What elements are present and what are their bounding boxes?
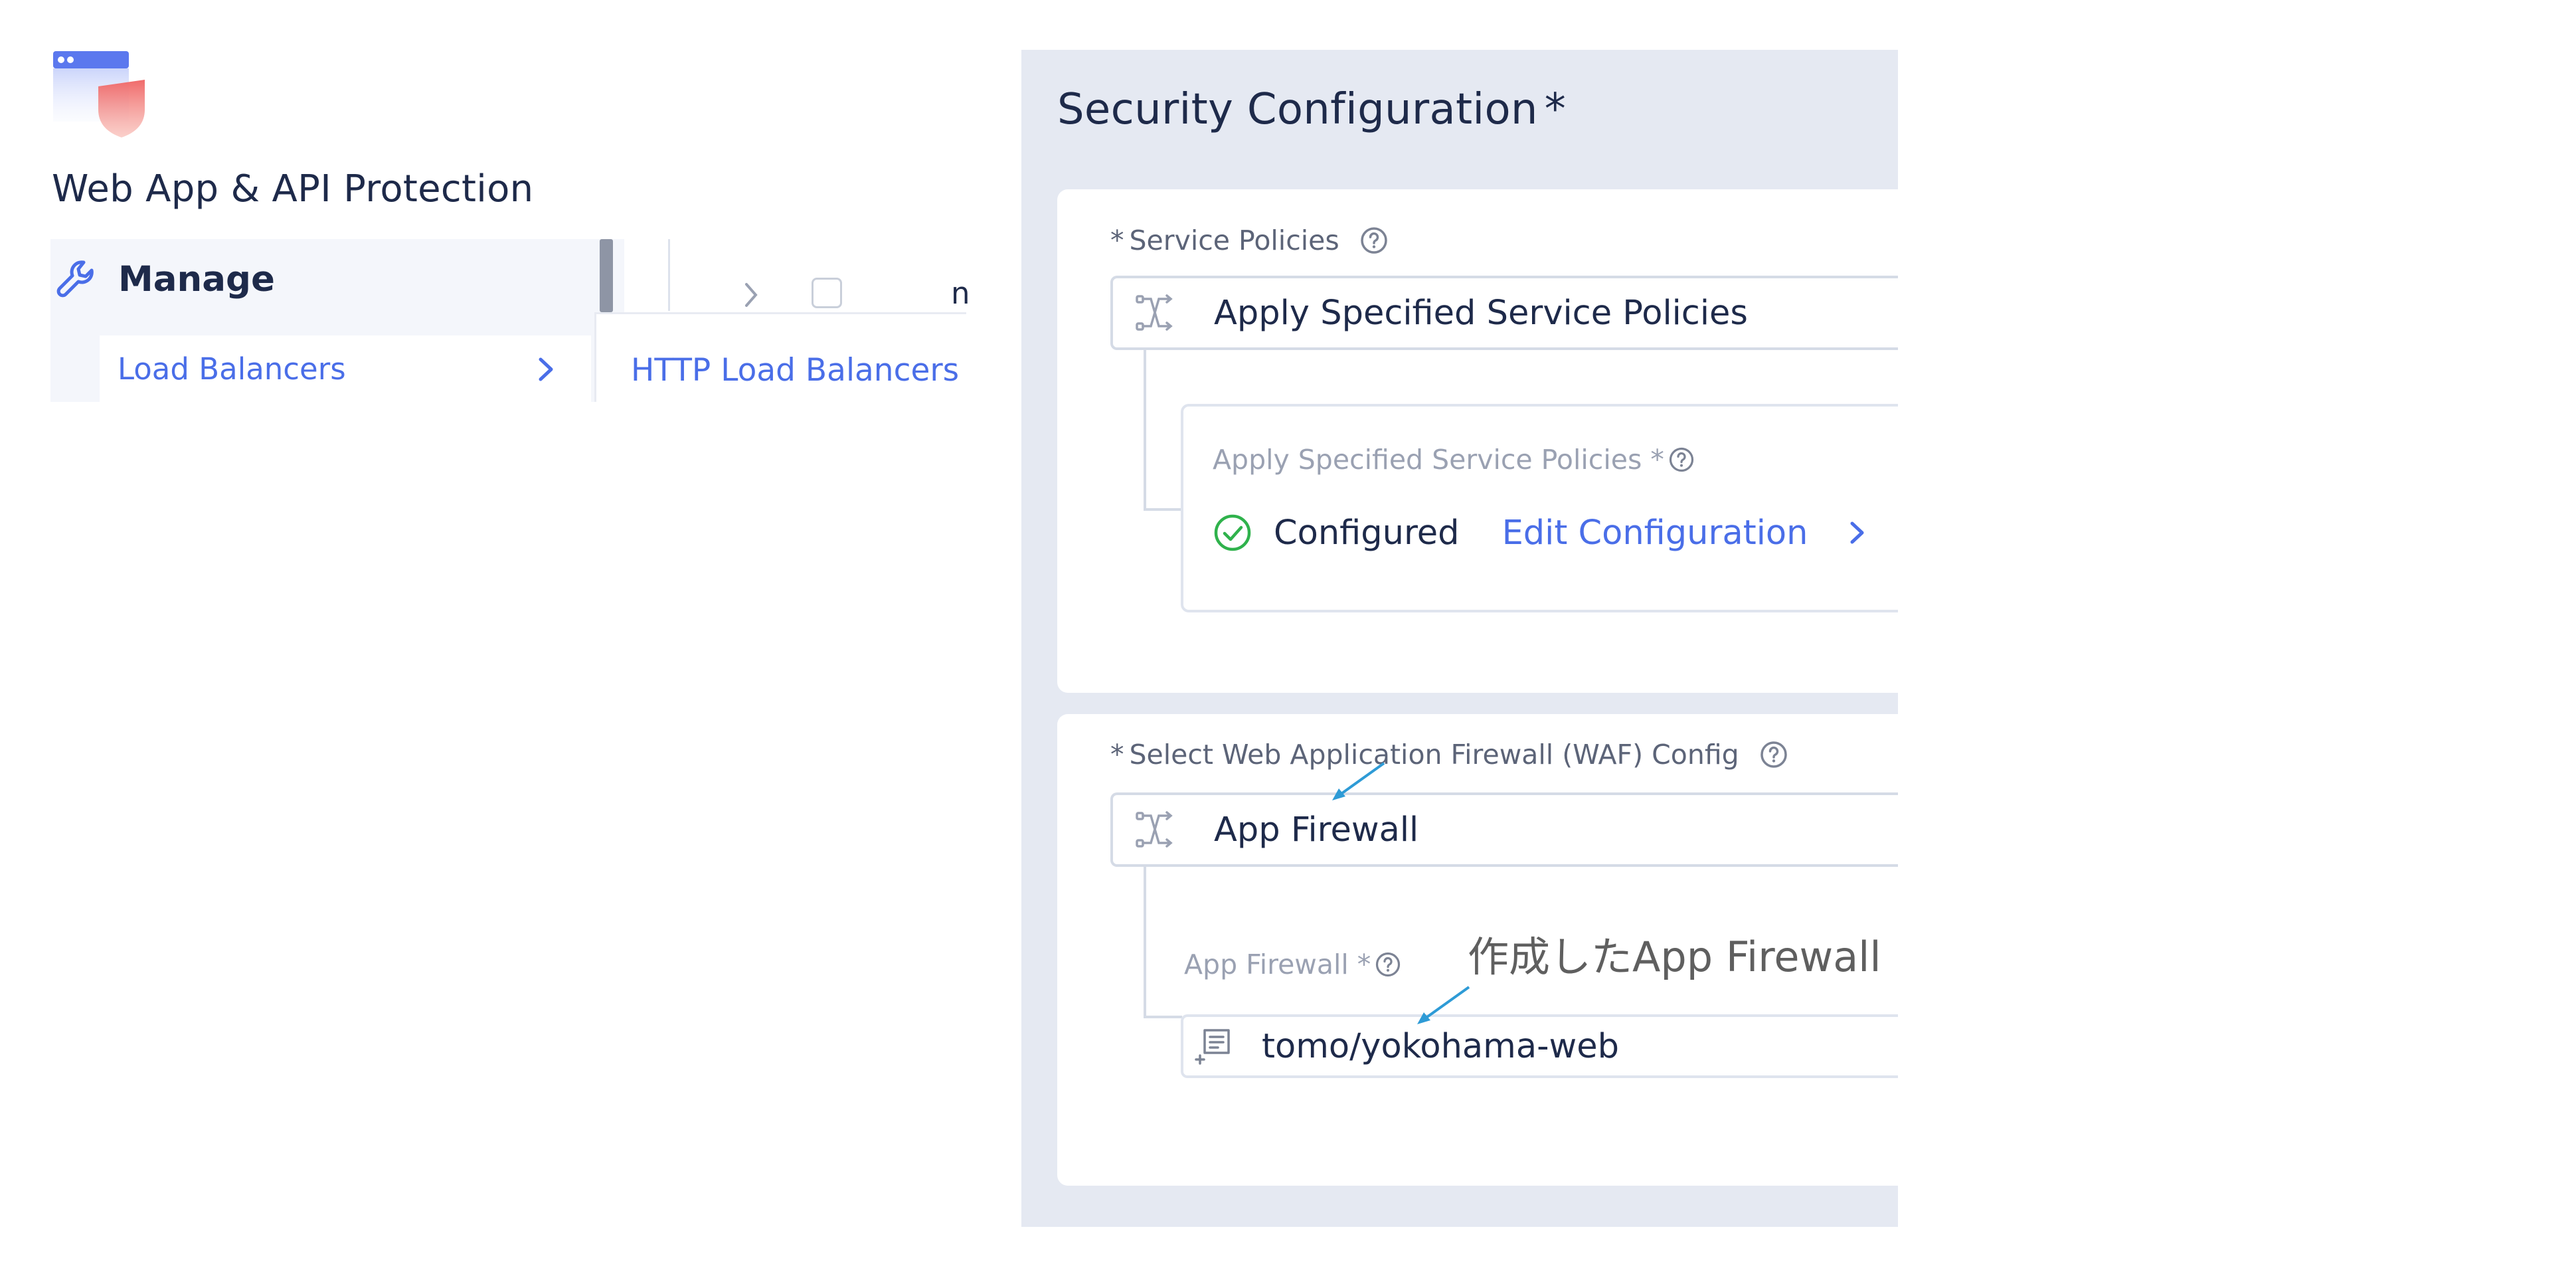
sub-field-label: Apply Specified Service Policies * — [1213, 444, 1696, 476]
app-firewall-reference[interactable]: tomo/yokohama-web — [1181, 1014, 1898, 1078]
chevron-right-icon[interactable] — [1846, 519, 1869, 546]
waf-config-select[interactable]: App Firewall — [1110, 792, 1898, 867]
service-policies-label: * Service Policies — [1110, 225, 1390, 256]
page-title: Security Configuration * — [1057, 85, 1566, 134]
nav-divider — [668, 239, 670, 311]
nav-scrollbar[interactable] — [600, 239, 613, 312]
annotation-arrow-icon — [1417, 986, 1470, 1024]
sub-field-label: App Firewall * — [1184, 949, 1403, 980]
route-icon — [1136, 294, 1173, 331]
section-title-text: Security Configuration — [1057, 85, 1538, 134]
tree-connector — [1144, 867, 1146, 1018]
field-label-text: Service Policies — [1129, 225, 1339, 256]
required-asterisk: * — [1110, 225, 1124, 256]
nav-item-load-balancers[interactable]: Load Balancers — [100, 335, 591, 402]
sub-field-label-text: App Firewall * — [1184, 949, 1371, 980]
route-icon — [1136, 811, 1173, 848]
service-policies-select[interactable]: Apply Specified Service Policies — [1110, 276, 1898, 350]
nav-section-manage[interactable]: Manage — [50, 252, 275, 306]
help-icon[interactable] — [1373, 950, 1403, 979]
help-icon[interactable] — [1358, 225, 1390, 256]
selected-option-text: Apply Specified Service Policies — [1214, 293, 1748, 333]
edit-configuration-link[interactable]: Edit Configuration — [1502, 513, 1808, 553]
submenu-item-http-load-balancers[interactable]: HTTP Load Balancers — [631, 352, 959, 389]
screenshot-stage: Web App & API Protection Manage Load Bal… — [0, 0, 2576, 1284]
annotation-arrow-icon — [1332, 762, 1385, 800]
required-asterisk: * — [1544, 85, 1567, 134]
field-label-text: Select Web Application Firewall (WAF) Co… — [1129, 739, 1739, 771]
help-icon[interactable] — [1667, 445, 1696, 474]
app-firewall-value: tomo/yokohama-web — [1262, 1026, 1619, 1066]
annotation-callout: 作成したApp Firewall — [1468, 933, 1881, 981]
object-reference-icon — [1195, 1029, 1230, 1065]
chevron-right-icon[interactable] — [737, 280, 764, 310]
app-title: Web App & API Protection — [52, 167, 534, 211]
sub-field-label-text: Apply Specified Service Policies * — [1213, 444, 1664, 476]
nav-item-label: Load Balancers — [118, 351, 346, 387]
tree-connector — [1144, 350, 1146, 511]
nav-section-label: Manage — [118, 258, 275, 300]
row-checkbox[interactable] — [812, 278, 842, 308]
web-app-shield-logo-icon — [53, 51, 145, 138]
status-text: Configured — [1274, 513, 1460, 553]
check-circle-icon — [1214, 514, 1251, 551]
tree-connector — [1144, 508, 1182, 511]
tree-connector — [1144, 1016, 1182, 1018]
service-policies-sub-card — [1181, 404, 1898, 612]
required-asterisk: * — [1110, 739, 1124, 771]
waf-config-label: * Select Web Application Firewall (WAF) … — [1110, 739, 1790, 771]
chevron-right-icon — [539, 357, 553, 381]
peek-table-text: n — [951, 276, 970, 311]
selected-option-text: App Firewall — [1214, 810, 1419, 850]
wrench-icon — [56, 260, 94, 298]
help-icon[interactable] — [1758, 739, 1790, 771]
configuration-status-row: Configured Edit Configuration — [1213, 513, 1869, 553]
